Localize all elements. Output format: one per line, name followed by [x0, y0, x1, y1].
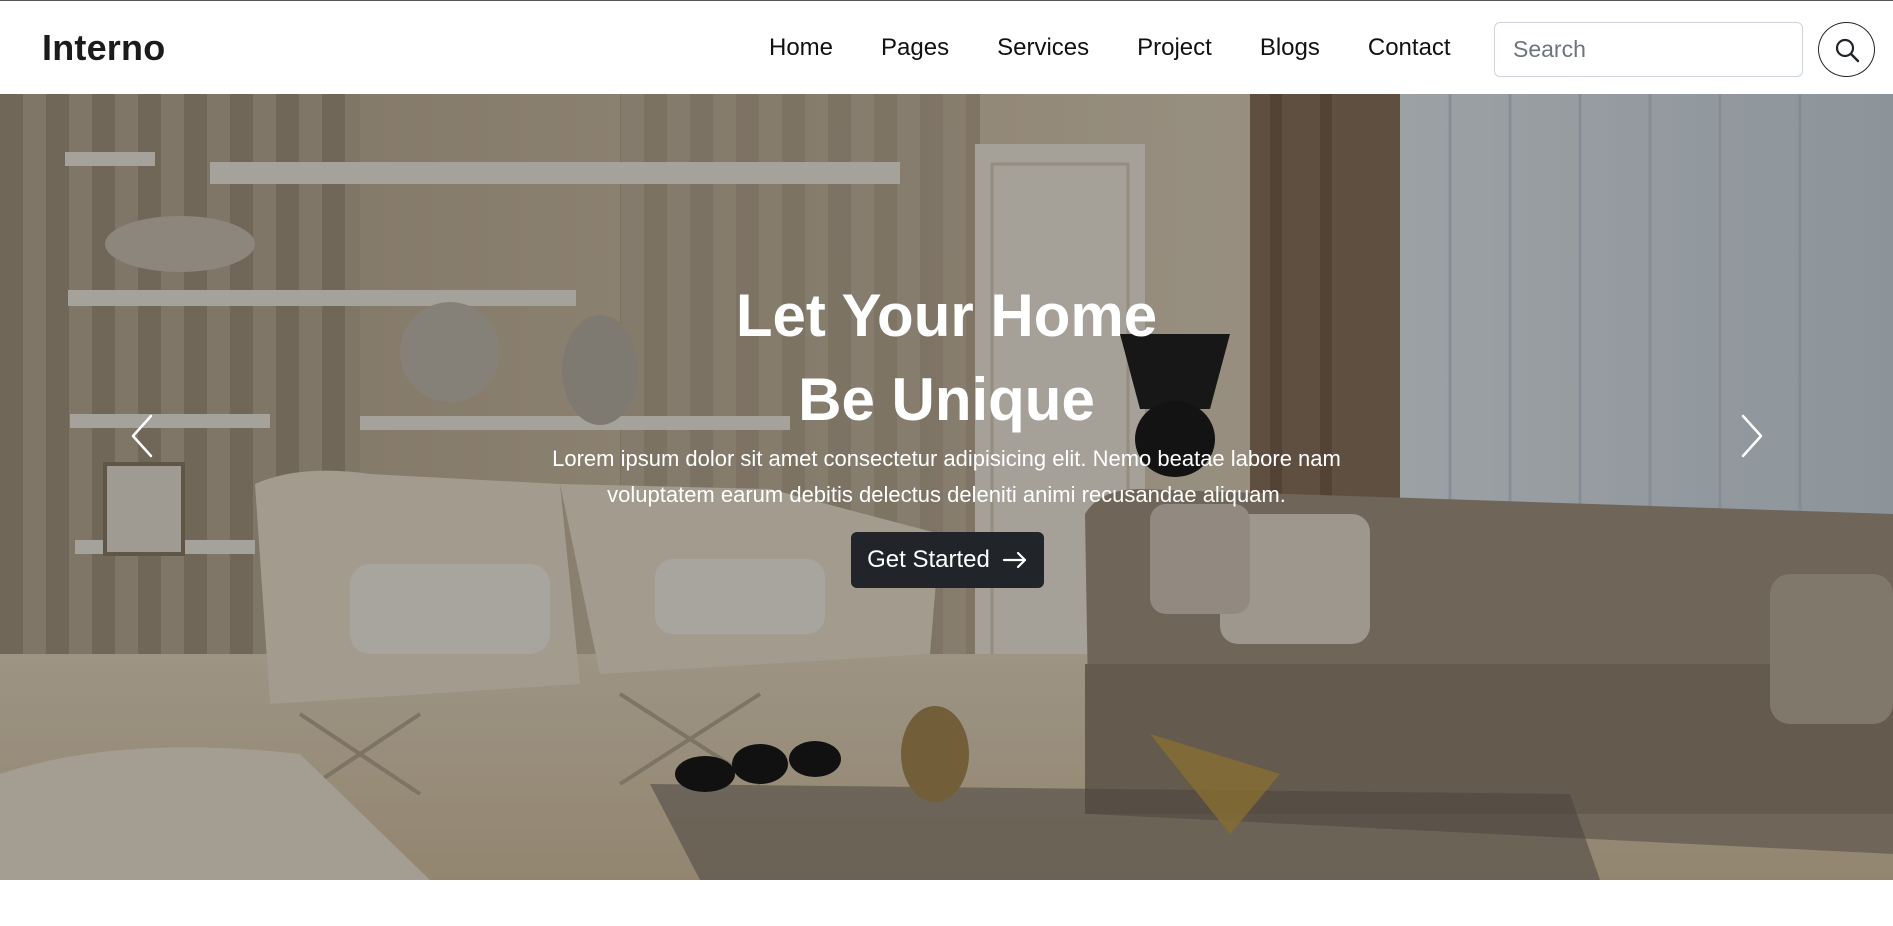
nav-link-project[interactable]: Project — [1137, 34, 1212, 62]
nav-link-contact[interactable]: Contact — [1368, 34, 1451, 62]
search-input[interactable] — [1494, 22, 1803, 77]
nav-link-blogs[interactable]: Blogs — [1260, 34, 1320, 62]
navbar: Interno Home Pages Services Project Blog… — [0, 0, 1893, 93]
hero-description: Lorem ipsum dolor sit amet consectetur a… — [500, 441, 1393, 513]
arrow-right-icon — [1002, 551, 1026, 569]
nav-link-services[interactable]: Services — [997, 34, 1089, 62]
hero-title: Let Your Home Be Unique — [0, 274, 1893, 442]
search-button[interactable] — [1818, 22, 1875, 77]
search-icon — [1835, 38, 1859, 62]
nav-link-pages[interactable]: Pages — [881, 34, 949, 62]
carousel-prev-button[interactable] — [122, 412, 162, 460]
hero-carousel: Let Your Home Be Unique Lorem ipsum dolo… — [0, 94, 1893, 880]
hero-title-line-2: Be Unique — [798, 366, 1095, 433]
get-started-label: Get Started — [867, 546, 990, 573]
chevron-right-icon — [1741, 414, 1763, 458]
nav-link-home[interactable]: Home — [769, 34, 833, 62]
get-started-button[interactable]: Get Started — [851, 532, 1044, 588]
hero-description-line-1: Lorem ipsum dolor sit amet consectetur a… — [552, 446, 1341, 471]
hero-title-line-1: Let Your Home — [735, 282, 1158, 349]
main-nav: Home Pages Services Project Blogs Contac… — [769, 34, 1451, 62]
carousel-next-button[interactable] — [1732, 412, 1772, 460]
hero-description-line-2: voluptatem earum debitis delectus deleni… — [607, 482, 1286, 507]
chevron-left-icon — [131, 414, 153, 458]
brand-logo[interactable]: Interno — [42, 27, 165, 69]
